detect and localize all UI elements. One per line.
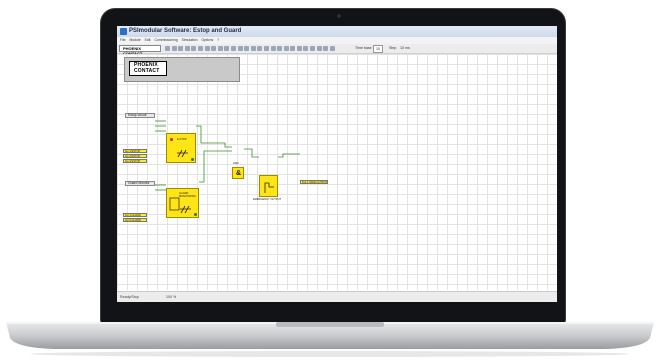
input-tag[interactable]: Inp 3 ESTOP [123, 159, 147, 163]
new-file-icon[interactable] [165, 46, 170, 51]
upload-icon[interactable] [270, 46, 276, 51]
paste-icon[interactable] [204, 46, 210, 51]
monitor-icon[interactable] [283, 46, 289, 51]
menu-help[interactable]: ? [217, 37, 219, 44]
menu-file[interactable]: File [120, 37, 125, 44]
menu-options[interactable]: Options [201, 37, 213, 44]
online-icon[interactable] [277, 46, 283, 51]
group-label-guard: Guard Monitor [125, 181, 155, 186]
toolbar-logo: PHOENIX CONTACT [119, 45, 161, 56]
webcam [337, 14, 341, 18]
step-icon[interactable] [316, 46, 322, 51]
title-bar: PSImodular Software: Estop and Guard [117, 26, 557, 37]
output-port-icon [191, 158, 194, 161]
connection-wires [155, 120, 300, 191]
print-icon[interactable] [184, 46, 190, 51]
grid-icon[interactable] [244, 46, 250, 51]
play-icon[interactable] [303, 46, 309, 51]
settings-icon[interactable] [329, 46, 335, 51]
redo-icon[interactable] [224, 46, 230, 51]
time-base-field[interactable]: 10 [373, 45, 383, 53]
zoom-out-icon[interactable] [237, 46, 243, 51]
group-label-estop: Estop circuit [125, 113, 155, 118]
laptop-base [6, 322, 654, 357]
status-bar: Ready/Stop 100 % [117, 291, 557, 302]
status-zoom: 100 % [166, 295, 177, 299]
toolbar: PHOENIX CONTACT [117, 44, 557, 56]
output-port-icon [194, 213, 197, 216]
guard-function-block[interactable]: GUARD MONITORING [166, 188, 199, 218]
screen: PSImodular Software: Estop and Guard Fil… [117, 26, 557, 302]
step-field[interactable]: 10 ms [400, 45, 410, 51]
and-gate-label: AND [233, 162, 239, 165]
and-symbol: & [236, 170, 242, 177]
switch-contact-icon [177, 149, 188, 158]
input-tag[interactable]: Inp 2 ESTOP [123, 154, 147, 158]
cut-icon[interactable] [191, 46, 197, 51]
status-mode: Ready/Stop [120, 295, 139, 299]
input-tag[interactable]: Inp 1 ESTOP [123, 149, 147, 153]
logic-canvas[interactable]: PHOENIX CONTACT Estop circuit Guard Moni… [117, 54, 557, 290]
menu-commissioning[interactable]: Commissioning [154, 37, 177, 44]
menu-simulation[interactable]: Simulation [182, 37, 198, 44]
undo-icon[interactable] [217, 46, 223, 51]
switch-contact-icon [180, 205, 191, 214]
zoom-in-icon[interactable] [230, 46, 236, 51]
simulate-icon[interactable] [296, 46, 302, 51]
estop-status-icon [170, 138, 173, 141]
menu-module[interactable]: Module [129, 37, 140, 44]
window-title: PSImodular Software: Estop and Guard [129, 28, 242, 34]
time-base-label: Time base [355, 46, 372, 50]
output-tag[interactable]: Out 1 SAFE OUTPUT [300, 180, 328, 184]
step-label: Step [389, 46, 397, 50]
input-tag[interactable]: Inp 5 GUARD [123, 218, 147, 222]
stop-icon[interactable] [290, 46, 296, 51]
pause-icon[interactable] [310, 46, 316, 51]
input-tag[interactable]: Inp 4 GUARD [123, 213, 147, 217]
app-icon [120, 28, 127, 35]
timer-delay-icon [264, 182, 274, 193]
emergency-output-label: EMERGENCY OUTPUT [253, 198, 282, 201]
estop-function-block[interactable]: E-STOP [166, 133, 196, 163]
reset-icon[interactable] [323, 46, 329, 51]
emergency-output-block[interactable] [259, 175, 278, 197]
delete-icon[interactable] [211, 46, 217, 51]
download-icon[interactable] [263, 46, 269, 51]
open-icon[interactable] [171, 46, 177, 51]
toolbar-icons [165, 46, 335, 51]
menu-bar: File Module Edit Commissioning Simulatio… [117, 37, 557, 44]
compile-icon[interactable] [257, 46, 263, 51]
copy-icon[interactable] [197, 46, 203, 51]
and-gate-block[interactable]: & [232, 167, 244, 179]
estop-block-label: E-STOP [177, 138, 187, 141]
menu-edit[interactable]: Edit [145, 37, 151, 44]
save-icon[interactable] [178, 46, 184, 51]
guard-block-label: GUARD MONITORING [179, 192, 196, 198]
connect-icon[interactable] [250, 46, 256, 51]
